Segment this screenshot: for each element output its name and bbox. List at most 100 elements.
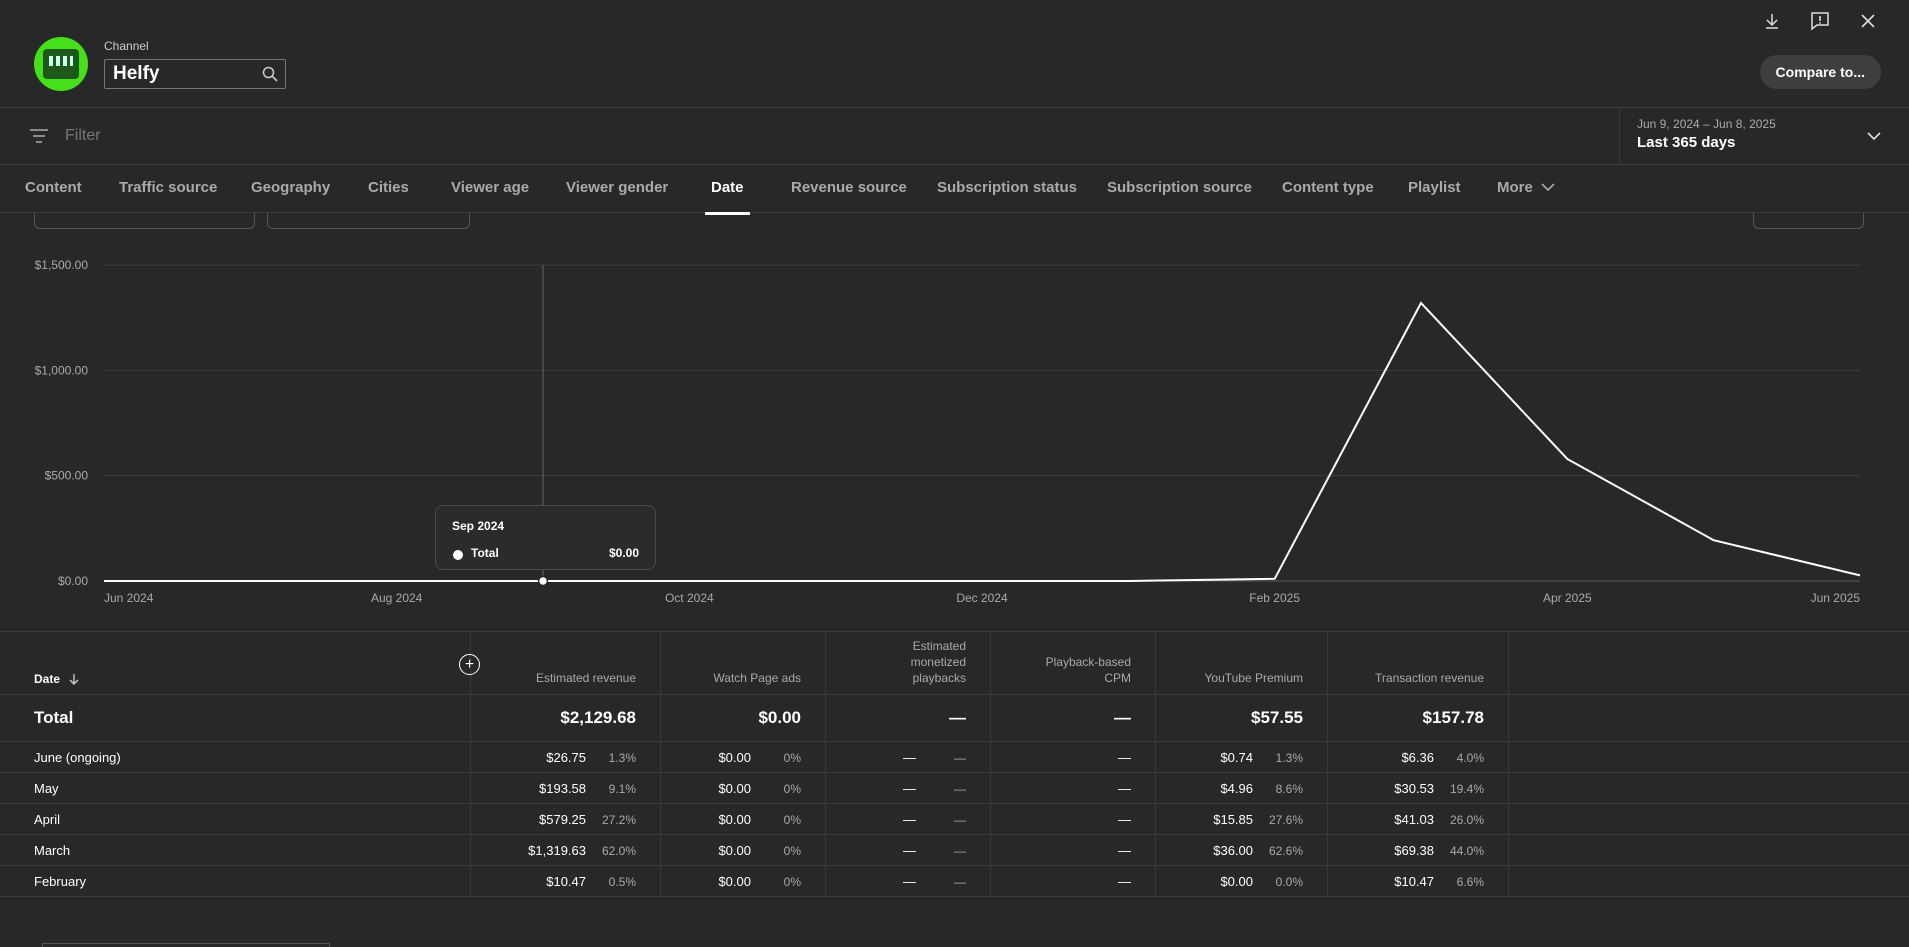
tooltip-value: $0.00 xyxy=(608,546,639,560)
chevron-down-icon xyxy=(1867,128,1881,146)
cell-percent: 0% xyxy=(783,813,801,827)
cell-value: $0.00 xyxy=(718,781,751,796)
y-tick-label: $1,000.00 xyxy=(35,363,89,377)
metric-selector-1[interactable] xyxy=(34,213,255,229)
cell-percent: — xyxy=(954,813,966,827)
total-monetized-playbacks: — xyxy=(949,708,966,727)
total-transaction-revenue: $157.78 xyxy=(1422,708,1484,727)
total-watch-page-ads: $0.00 xyxy=(758,708,801,727)
cell-percent: 0% xyxy=(783,782,801,796)
cell-percent: — xyxy=(954,875,966,889)
cell-value: — xyxy=(903,781,916,796)
tab-geography[interactable]: Geography xyxy=(251,179,330,196)
feedback-icon[interactable] xyxy=(1807,8,1833,34)
date-column-header[interactable]: Date xyxy=(34,672,80,686)
col-header-estimated-revenue[interactable]: Estimated revenue xyxy=(486,670,636,686)
scrolled-control xyxy=(42,943,330,947)
tab-viewer-age[interactable]: Viewer age xyxy=(451,179,529,196)
col-header-monetized-playbacks[interactable]: Estimated monetized playbacks xyxy=(886,638,966,686)
channel-selector[interactable]: Helfy xyxy=(104,59,286,89)
chevron-down-icon xyxy=(1541,183,1555,192)
x-tick-label: Oct 2024 xyxy=(665,591,714,605)
cell-percent: 62.6% xyxy=(1268,844,1303,858)
filter-icon[interactable] xyxy=(29,128,49,149)
x-tick-label: Jun 2025 xyxy=(1811,591,1861,605)
data-table: Date + Estimated revenue Watch Page ads … xyxy=(0,631,1909,897)
cell-value: $41.03 xyxy=(1394,812,1434,827)
cell-value: — xyxy=(903,750,916,765)
col-header-youtube-premium[interactable]: YouTube Premium xyxy=(1153,670,1304,686)
cell-value: $579.25 xyxy=(539,812,586,827)
cell-value: — xyxy=(903,843,916,858)
tooltip-series-label: Total xyxy=(471,546,499,560)
download-icon[interactable] xyxy=(1759,8,1785,34)
cell-percent: 1.3% xyxy=(1275,751,1303,765)
cell-value: $6.36 xyxy=(1401,750,1434,765)
y-tick-label: $0.00 xyxy=(58,574,88,588)
cell-percent: 0.0% xyxy=(1275,875,1303,889)
table-row[interactable]: April $579.25 27.2% $0.00 0% — — — $15.85 27.6% $4… xyxy=(0,804,1909,835)
tooltip-series-dot xyxy=(453,550,463,560)
row-label: March xyxy=(34,843,71,858)
y-tick-label: $500.00 xyxy=(45,469,89,483)
col-header-playback-cpm[interactable]: Playback-based CPM xyxy=(1031,654,1131,686)
total-label: Total xyxy=(34,708,74,727)
x-tick-label: Jun 2024 xyxy=(104,591,154,605)
table-row[interactable]: May $193.58 9.1% $0.00 0% — — — $4.96 8.6% $30.53 1… xyxy=(0,773,1909,804)
cell-percent: 62.0% xyxy=(601,844,636,858)
add-metric-icon[interactable]: + xyxy=(459,654,480,675)
filter-input[interactable]: Filter xyxy=(65,127,101,145)
cell-percent: 19.4% xyxy=(1449,782,1484,796)
tooltip-title: Sep 2024 xyxy=(452,519,505,533)
cell-percent: 0.5% xyxy=(608,875,636,889)
cell-percent: 27.6% xyxy=(1268,813,1303,827)
cell-value: $26.75 xyxy=(546,750,586,765)
tab-content[interactable]: Content xyxy=(25,179,82,196)
header: Channel Helfy Compare to... xyxy=(0,0,1909,108)
tab-cities[interactable]: Cities xyxy=(368,179,409,196)
total-estimated-revenue: $2,129.68 xyxy=(560,708,636,727)
cell-value: $15.85 xyxy=(1213,812,1253,827)
tab-subscription-source[interactable]: Subscription source xyxy=(1107,179,1252,196)
tab-content-type[interactable]: Content type xyxy=(1282,179,1374,196)
revenue-chart: $0.00 $500.00 $1,000.00 $1,500.00 Jun 2024 Au… xyxy=(0,240,1909,620)
tab-subscription-status[interactable]: Subscription status xyxy=(937,179,1077,196)
table-row[interactable]: March $1,319.63 62.0% $0.00 0% — — — $36.00 62.6%… xyxy=(0,835,1909,866)
metric-selector-2[interactable] xyxy=(267,213,470,229)
channel-avatar xyxy=(34,37,88,91)
tab-viewer-gender[interactable]: Viewer gender xyxy=(566,179,668,196)
dimension-tabs: Content Traffic source Geography Cities … xyxy=(0,165,1909,215)
compare-button[interactable]: Compare to... xyxy=(1759,55,1881,89)
series-line-total xyxy=(104,301,1861,582)
hover-point xyxy=(537,575,549,587)
row-label: February xyxy=(34,874,87,889)
cell-percent: 44.0% xyxy=(1449,844,1484,858)
cell-percent: 0% xyxy=(783,751,801,765)
cell-percent: 27.2% xyxy=(601,813,636,827)
cell-value: $193.58 xyxy=(539,781,586,796)
tab-traffic-source[interactable]: Traffic source xyxy=(119,179,217,196)
cell-value: $10.47 xyxy=(1394,874,1434,889)
date-range-selector[interactable]: Jun 9, 2024 – Jun 8, 2025 Last 365 days xyxy=(1619,108,1909,165)
col-header-watch-page-ads[interactable]: Watch Page ads xyxy=(651,670,801,686)
tab-date[interactable]: Date xyxy=(705,179,749,215)
cell-value: $0.00 xyxy=(718,843,751,858)
date-range-preset: Last 365 days xyxy=(1637,134,1736,151)
cell-value: $69.38 xyxy=(1394,843,1434,858)
cell-value: — xyxy=(1118,843,1131,858)
cell-percent: — xyxy=(954,782,966,796)
search-icon[interactable] xyxy=(255,66,285,82)
table-row[interactable]: February $10.47 0.5% $0.00 0% — — — $0.00 0.0% $10… xyxy=(0,866,1909,897)
channel-label: Channel xyxy=(104,39,149,53)
close-icon[interactable] xyxy=(1855,8,1881,34)
col-header-transaction-revenue[interactable]: Transaction revenue xyxy=(1334,670,1484,686)
tab-playlist[interactable]: Playlist xyxy=(1408,179,1461,196)
tab-more[interactable]: More xyxy=(1497,179,1555,196)
channel-name: Helfy xyxy=(113,63,160,84)
table-row[interactable]: June (ongoing) $26.75 1.3% $0.00 0% — — — $0.74 1… xyxy=(0,742,1909,773)
chart-type-selector[interactable] xyxy=(1753,213,1864,229)
tab-revenue-source[interactable]: Revenue source xyxy=(791,179,907,196)
sort-down-icon xyxy=(69,674,79,685)
cell-value: $4.96 xyxy=(1220,781,1253,796)
cell-percent: 8.6% xyxy=(1275,782,1303,796)
